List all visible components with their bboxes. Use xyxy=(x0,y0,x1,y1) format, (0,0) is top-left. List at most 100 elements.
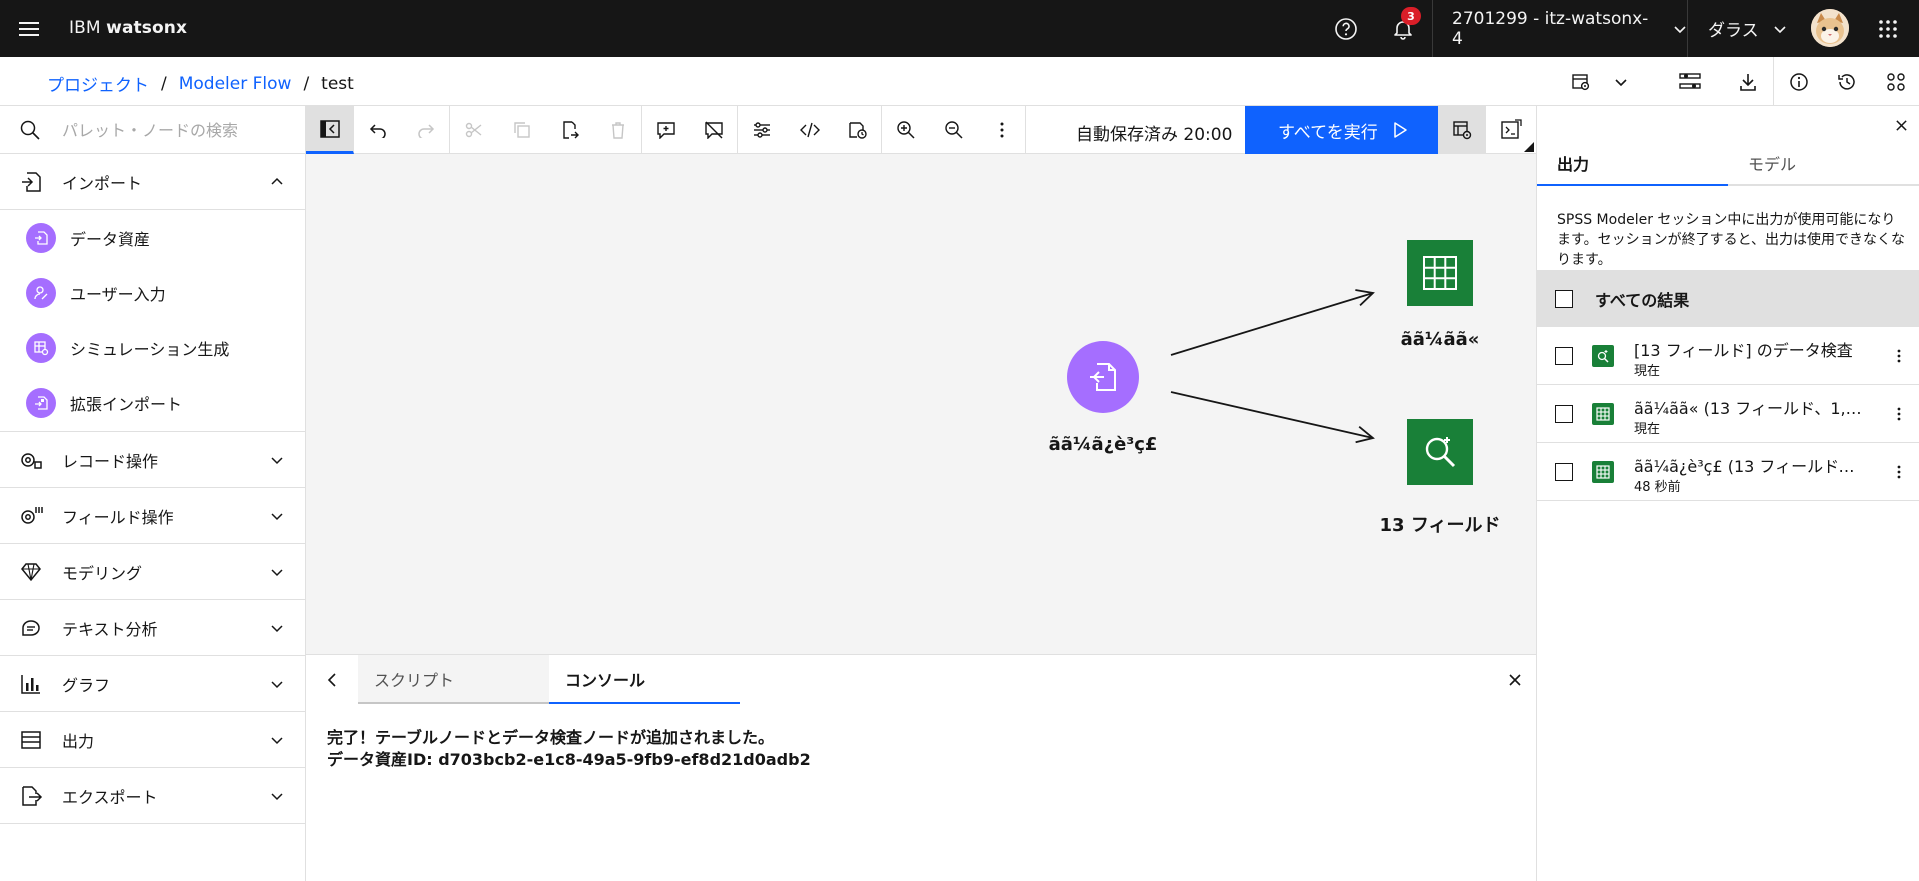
code-button[interactable] xyxy=(786,106,834,154)
chevron-down-icon[interactable] xyxy=(1608,69,1634,95)
help-icon[interactable] xyxy=(1329,12,1363,46)
apps-icon[interactable] xyxy=(1883,69,1909,95)
output-item[interactable]: [13 フィールド] のデータ検査 現在 xyxy=(1537,327,1919,385)
palette-node-data-asset[interactable]: データ資産 xyxy=(0,210,306,265)
copy-button[interactable] xyxy=(498,106,546,154)
divider xyxy=(1773,57,1774,106)
flow-properties-icon[interactable] xyxy=(1677,69,1703,95)
data-asset-icon xyxy=(26,222,56,253)
palette-category-modeling[interactable]: モデリング xyxy=(0,544,306,600)
app-switcher-icon[interactable] xyxy=(1873,14,1903,44)
palette-category-graphs[interactable]: グラフ xyxy=(0,656,306,712)
outputs-panel-icon xyxy=(1453,121,1472,140)
palette-category-export[interactable]: エクスポート xyxy=(0,768,306,824)
user-avatar[interactable] xyxy=(1811,9,1849,47)
undo-icon xyxy=(369,124,386,138)
output-item[interactable]: ãã¼ãã« (13 フィールド、1,50... 現在 xyxy=(1537,385,1919,443)
extension-import-icon xyxy=(26,387,56,418)
palette-category-field-ops[interactable]: フィールド操作 xyxy=(0,488,306,544)
chevron-down-icon xyxy=(271,625,283,633)
chart-icon xyxy=(21,675,40,694)
palette-category-text-analytics[interactable]: テキスト分析 xyxy=(0,600,306,656)
redo-icon xyxy=(417,124,434,138)
chevron-down-icon xyxy=(271,681,283,689)
field-ops-icon xyxy=(21,507,43,524)
trash-icon xyxy=(611,122,624,139)
palette-search-input[interactable] xyxy=(62,118,292,142)
output-item-checkbox[interactable] xyxy=(1555,347,1573,365)
tab-script[interactable]: スクリプト xyxy=(358,655,549,704)
app-root: IBM watsonx 3 2701299 - itz-watsonx-4 ダラ… xyxy=(0,0,1919,881)
close-icon[interactable] xyxy=(1890,114,1912,136)
breadcrumb-projects[interactable]: プロジェクト xyxy=(47,71,149,96)
all-results-checkbox[interactable] xyxy=(1555,289,1573,308)
tab-label: スクリプト xyxy=(374,670,455,690)
download-icon[interactable] xyxy=(1735,69,1761,95)
output-item-checkbox[interactable] xyxy=(1555,405,1573,423)
hide-comments-button[interactable] xyxy=(690,106,738,154)
tab-outputs[interactable]: 出力 xyxy=(1537,142,1728,186)
brand-product: watsonx xyxy=(106,18,188,38)
tab-label: コンソール xyxy=(565,670,646,690)
table-node[interactable] xyxy=(1407,240,1473,306)
zoom-out-button[interactable] xyxy=(930,106,978,154)
palette-category-output[interactable]: 出力 xyxy=(0,712,306,768)
settings-button[interactable] xyxy=(738,106,786,154)
cut-button[interactable] xyxy=(450,106,498,154)
overflow-menu-icon[interactable] xyxy=(1892,347,1906,365)
overflow-menu-icon[interactable] xyxy=(1892,405,1906,423)
collapse-panel-button[interactable] xyxy=(306,655,358,704)
palette-node-extension-import[interactable]: 拡張インポート xyxy=(0,375,306,430)
tab-models[interactable]: モデル xyxy=(1728,142,1919,186)
version-history-icon[interactable] xyxy=(1834,69,1860,95)
diamond-icon xyxy=(21,563,41,582)
flow-canvas[interactable]: ãã¼ã¿è³ç£ ãã¼ãã« 13 フィールド xyxy=(306,154,1536,654)
undo-button[interactable] xyxy=(354,106,402,154)
breadcrumb-modeler-flow[interactable]: Modeler Flow xyxy=(179,74,292,94)
region-switcher[interactable]: ダラス xyxy=(1687,0,1788,57)
chevron-down-icon xyxy=(271,793,283,801)
palette-category-record-ops[interactable]: レコード操作 xyxy=(0,432,306,488)
zoom-in-button[interactable] xyxy=(882,106,930,154)
tab-console[interactable]: コンソール xyxy=(549,655,740,704)
info-icon[interactable] xyxy=(1786,69,1812,95)
toggle-outputs-button[interactable] xyxy=(1438,106,1486,154)
output-item-time: 現在 xyxy=(1634,422,1661,437)
chevron-down-icon xyxy=(1674,25,1686,33)
palette-node-simulation[interactable]: シミュレーション生成 xyxy=(0,320,306,375)
paste-button[interactable] xyxy=(546,106,594,154)
play-icon xyxy=(1394,122,1407,138)
overflow-menu-icon[interactable] xyxy=(1892,463,1906,481)
add-comment-button[interactable] xyxy=(642,106,690,154)
zoom-out-icon xyxy=(945,121,963,139)
save-as-button[interactable] xyxy=(834,106,882,154)
output-item[interactable]: ãã¼ã¿è³ç£ (13 フィールド、10... 48 秒前 xyxy=(1537,443,1919,501)
output-item-title: [13 フィールド] のデータ検査 xyxy=(1634,341,1853,360)
palette-node-user-input[interactable]: ユーザー入力 xyxy=(0,265,306,320)
overflow-menu-button[interactable] xyxy=(978,106,1026,154)
copy-icon xyxy=(514,122,530,138)
run-all-button[interactable]: すべてを実行 xyxy=(1245,106,1438,154)
toggle-script-button[interactable] xyxy=(1486,106,1536,154)
data-asset-node[interactable] xyxy=(1067,341,1139,413)
output-item-checkbox[interactable] xyxy=(1555,463,1573,481)
close-icon[interactable] xyxy=(1503,668,1527,692)
flow-settings-icon[interactable] xyxy=(1568,69,1594,95)
menu-icon[interactable] xyxy=(14,15,44,43)
delete-button[interactable] xyxy=(594,106,642,154)
console-output-line: 完了！テーブルノードとデータ検査ノードが追加されました。 xyxy=(327,728,775,747)
palette-category-label: テキスト分析 xyxy=(62,619,158,639)
table-node-label: ãã¼ãã« xyxy=(1400,329,1480,350)
palette-category-import[interactable]: インポート xyxy=(0,154,306,210)
chevron-down-icon xyxy=(1774,25,1786,33)
toggle-palette-button[interactable] xyxy=(306,106,354,154)
account-switcher[interactable]: 2701299 - itz-watsonx-4 xyxy=(1432,0,1687,57)
redo-button[interactable] xyxy=(402,106,450,154)
product-brand[interactable]: IBM watsonx xyxy=(69,18,187,38)
palette-category-label: モデリング xyxy=(62,563,143,583)
notification-badge: 3 xyxy=(1401,7,1421,25)
palette-node-label: 拡張インポート xyxy=(70,394,183,414)
data-audit-node[interactable] xyxy=(1407,419,1473,485)
link-to-data-audit[interactable] xyxy=(1170,391,1373,438)
account-label: 2701299 - itz-watsonx-4 xyxy=(1452,8,1649,49)
